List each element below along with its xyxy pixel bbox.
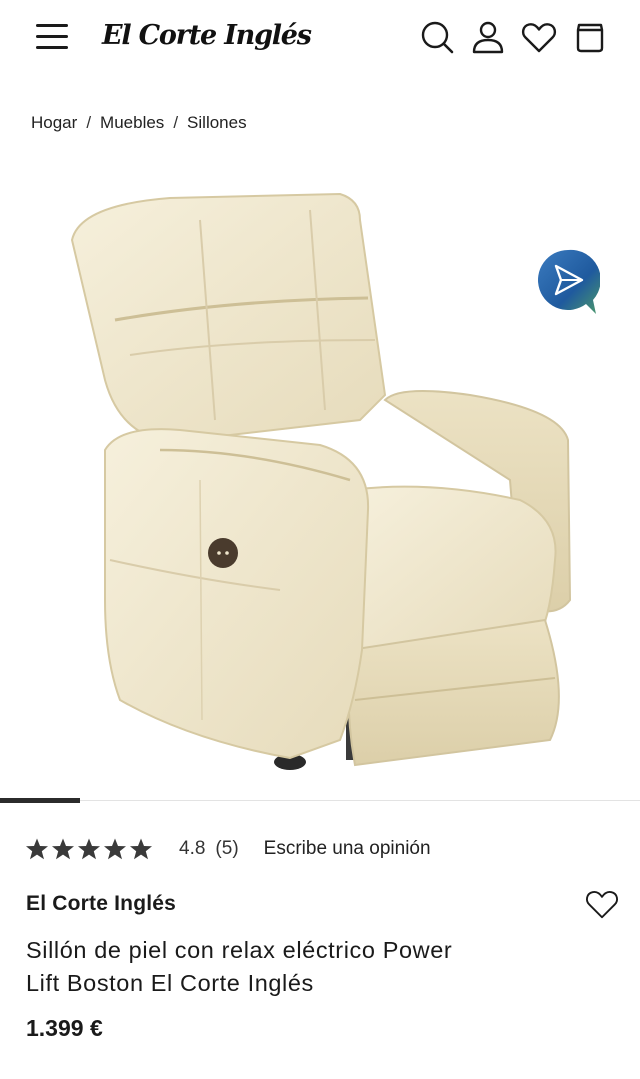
star-icon bbox=[52, 838, 74, 860]
product-image[interactable] bbox=[50, 180, 590, 780]
breadcrumb-separator: / bbox=[173, 113, 179, 132]
brand-logo[interactable]: El Corte Inglés bbox=[102, 12, 312, 58]
star-icon bbox=[26, 838, 48, 860]
write-review-link[interactable]: Escribe una opinión bbox=[264, 838, 431, 860]
breadcrumb: Hogar / Muebles / Sillones bbox=[31, 110, 247, 136]
user-icon[interactable] bbox=[469, 18, 507, 56]
product-title: Sillón de piel con relax eléctrico Power… bbox=[26, 934, 586, 1000]
rating-count[interactable]: (5) bbox=[215, 838, 238, 860]
product-title-line-2: Lift Boston El Corte Inglés bbox=[26, 970, 314, 996]
product-title-line-1: Sillón de piel con relax eléctrico Power bbox=[26, 937, 453, 963]
rating-score: 4.8 bbox=[179, 838, 206, 859]
product-brand[interactable]: El Corte Inglés bbox=[26, 892, 176, 916]
top-header: El Corte Inglés bbox=[0, 0, 640, 78]
bag-icon[interactable] bbox=[571, 18, 609, 56]
breadcrumb-separator: / bbox=[86, 113, 92, 132]
breadcrumb-item-muebles[interactable]: Muebles bbox=[100, 113, 164, 133]
gallery-progress-track bbox=[0, 800, 640, 801]
rating-row: 4.8 (5) Escribe una opinión bbox=[25, 834, 431, 864]
breadcrumb-item-sillones[interactable]: Sillones bbox=[187, 113, 247, 133]
rating-stars[interactable] bbox=[25, 837, 153, 861]
product-page: El Corte Inglés Hogar / Muebles / Sillon… bbox=[0, 0, 640, 1079]
star-icon bbox=[130, 838, 152, 860]
star-icon bbox=[78, 838, 100, 860]
search-icon[interactable] bbox=[418, 18, 456, 56]
gallery-progress-active[interactable] bbox=[0, 798, 80, 803]
menu-icon[interactable] bbox=[36, 22, 70, 52]
breadcrumb-item-hogar[interactable]: Hogar bbox=[31, 113, 77, 133]
wishlist-heart-icon[interactable] bbox=[584, 886, 620, 922]
heart-icon[interactable] bbox=[520, 18, 558, 56]
share-bubble-icon[interactable] bbox=[536, 248, 601, 316]
star-icon bbox=[104, 838, 126, 860]
product-price: 1.399 € bbox=[26, 1015, 103, 1041]
